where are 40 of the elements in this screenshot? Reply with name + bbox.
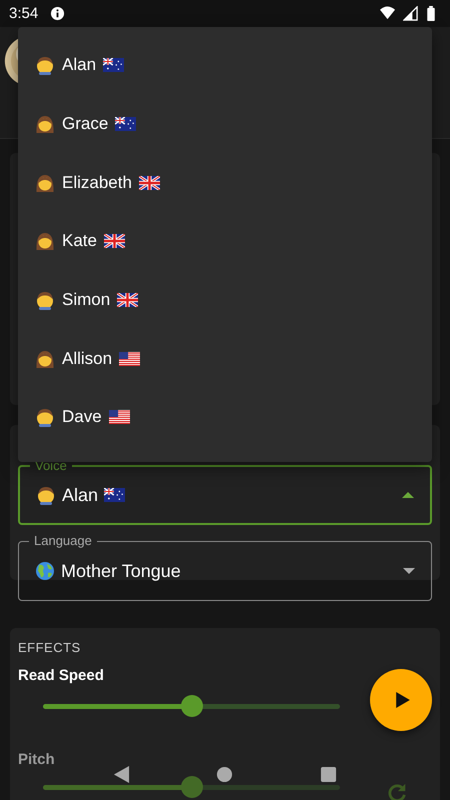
section-title: EFFECTS xyxy=(18,640,82,655)
info-icon xyxy=(50,6,66,21)
home-icon[interactable] xyxy=(216,766,234,782)
flag-icon xyxy=(108,410,130,424)
woman-icon xyxy=(35,348,55,369)
menu-item[interactable]: Simon xyxy=(18,270,432,330)
flag-icon xyxy=(103,58,124,72)
man-icon xyxy=(35,55,55,76)
woman-icon xyxy=(35,172,55,193)
caret-icon xyxy=(402,492,414,498)
flag-icon xyxy=(138,176,160,190)
flag-icon xyxy=(104,234,125,248)
slider-label: Read Speed xyxy=(18,667,105,684)
wifi-icon xyxy=(380,6,395,21)
menu-item[interactable]: Alan xyxy=(18,36,432,95)
battery-icon xyxy=(426,6,436,21)
slider[interactable] xyxy=(43,695,340,717)
flag-icon xyxy=(115,117,136,132)
caret-icon xyxy=(403,568,415,574)
play-icon xyxy=(396,692,410,708)
flag-icon xyxy=(104,488,126,502)
menu-item[interactable]: Grace xyxy=(18,94,432,154)
back-icon[interactable] xyxy=(113,766,130,782)
flag-icon xyxy=(117,293,138,308)
menu-item[interactable]: Elizabeth xyxy=(18,153,432,212)
menu-item[interactable]: Dave xyxy=(18,388,432,447)
man-icon xyxy=(35,290,55,310)
field-label: Language xyxy=(29,533,97,548)
menu-item[interactable]: Kate xyxy=(18,212,432,271)
slider-label: Pitch xyxy=(18,751,56,768)
globe-icon xyxy=(35,561,55,581)
woman-icon xyxy=(35,114,55,134)
flag-icon xyxy=(119,352,140,366)
man-icon xyxy=(36,485,56,505)
signal-icon xyxy=(403,6,418,21)
woman-icon xyxy=(35,231,55,252)
status-time: 3:54 xyxy=(9,5,38,22)
menu-item[interactable]: Allison xyxy=(18,329,432,388)
man-icon xyxy=(35,407,55,428)
slider[interactable] xyxy=(43,776,340,798)
